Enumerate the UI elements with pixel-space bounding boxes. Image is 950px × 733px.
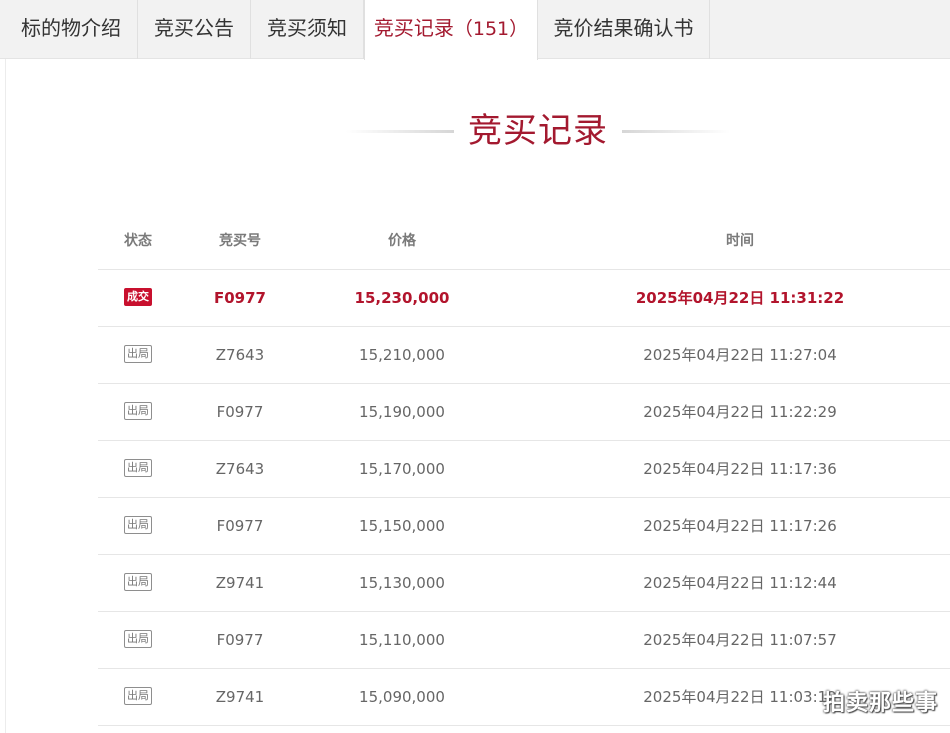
status-badge-out: 出局 xyxy=(124,573,152,591)
status-cell: 出局 xyxy=(98,384,178,441)
time-cell: 2025年04月22日 11:17:26 xyxy=(643,517,837,535)
tab-count: （151） xyxy=(453,18,529,40)
tab-bid-records[interactable]: 竞买记录（151） xyxy=(364,0,538,60)
tab-label: 标的物介绍 xyxy=(21,16,121,40)
section-heading: 竞买记录 xyxy=(346,106,730,156)
tab-count-value: 151 xyxy=(472,18,510,40)
tab-label: 竞价结果确认书 xyxy=(553,16,694,40)
status-badge-out: 出局 xyxy=(124,687,152,705)
bid-no-cell: F0977 xyxy=(216,403,264,421)
table-row: 成交 F0977 15,230,000 2025年04月22日 11:31:22 xyxy=(98,270,950,327)
status-badge-out: 出局 xyxy=(124,345,152,363)
table-header: 状态 竞买号 价格 时间 xyxy=(98,213,950,270)
table-row: 出局 Z9741 15,130,000 2025年04月22日 11:12:44 xyxy=(98,555,950,612)
tab-label: 竞买须知 xyxy=(267,16,347,40)
tab-label: 竞买记录 xyxy=(373,16,454,40)
tab-announcement[interactable]: 竞买公告 xyxy=(138,0,251,59)
time-cell: 2025年04月22日 11:31:22 xyxy=(635,289,845,307)
bid-no-cell: F0977 xyxy=(214,289,266,307)
price-cell: 15,190,000 xyxy=(359,403,445,421)
header-price: 价格 xyxy=(388,233,416,249)
status-badge-out: 出局 xyxy=(124,516,152,534)
time-cell: 2025年04月22日 11:12:44 xyxy=(643,574,837,592)
status-cell: 出局 xyxy=(98,441,178,498)
price-cell: 15,110,000 xyxy=(359,631,445,649)
price-cell: 15,210,000 xyxy=(359,346,445,364)
tab-result-confirmation[interactable]: 竞价结果确认书 xyxy=(538,0,710,59)
bid-no-cell: F0977 xyxy=(216,631,264,649)
status-badge-out: 出局 xyxy=(124,459,152,477)
status-cell: 成交 xyxy=(98,270,178,327)
bid-no-cell: Z9741 xyxy=(215,574,265,592)
tab-label: 竞买公告 xyxy=(154,16,234,40)
table-row: 出局 F0977 15,110,000 2025年04月22日 11:07:57 xyxy=(98,612,950,669)
watermark: 拍卖那些事 xyxy=(822,691,938,716)
status-cell: 出局 xyxy=(98,498,178,555)
tab-item-intro[interactable]: 标的物介绍 xyxy=(5,0,138,59)
status-cell: 出局 xyxy=(98,327,178,384)
time-cell: 2025年04月22日 11:22:29 xyxy=(643,403,837,421)
bid-no-cell: Z7643 xyxy=(215,346,265,364)
status-badge-out: 出局 xyxy=(124,402,152,420)
table-row: 出局 Z7643 15,210,000 2025年04月22日 11:27:04 xyxy=(98,327,950,384)
title-divider-left xyxy=(346,130,454,133)
header-time: 时间 xyxy=(726,233,754,249)
status-badge-out: 出局 xyxy=(124,630,152,648)
bid-no-cell: Z9741 xyxy=(215,688,265,706)
status-badge-deal: 成交 xyxy=(124,288,152,306)
price-cell: 15,090,000 xyxy=(359,688,445,706)
header-status: 状态 xyxy=(124,233,152,249)
time-cell: 2025年04月22日 11:07:57 xyxy=(643,631,837,649)
price-cell: 15,130,000 xyxy=(359,574,445,592)
table-row: 出局 F0977 15,150,000 2025年04月22日 11:17:26 xyxy=(98,498,950,555)
status-cell: 出局 xyxy=(98,669,178,726)
table-row: 出局 F0977 15,190,000 2025年04月22日 11:22:29 xyxy=(98,384,950,441)
table-row: 出局 Z7643 15,170,000 2025年04月22日 11:17:36 xyxy=(98,441,950,498)
section-title: 竞买记录 xyxy=(468,111,608,151)
tab-notice[interactable]: 竞买须知 xyxy=(251,0,364,59)
tab-bar: 标的物介绍 竞买公告 竞买须知 竞买记录（151） 竞价结果确认书 xyxy=(0,0,950,60)
status-cell: 出局 xyxy=(98,612,178,669)
time-cell: 2025年04月22日 11:17:36 xyxy=(643,460,837,478)
price-cell: 15,230,000 xyxy=(354,289,450,307)
bid-no-cell: F0977 xyxy=(216,517,264,535)
header-bid-no: 竞买号 xyxy=(219,233,261,249)
price-cell: 15,150,000 xyxy=(359,517,445,535)
bid-no-cell: Z7643 xyxy=(215,460,265,478)
time-cell: 2025年04月22日 11:27:04 xyxy=(643,346,837,364)
content-border xyxy=(5,59,6,733)
title-divider-right xyxy=(622,130,730,133)
bid-records-table: 状态 竞买号 价格 时间 成交 F0977 15,230,000 2025年04… xyxy=(98,213,950,726)
status-cell: 出局 xyxy=(98,555,178,612)
price-cell: 15,170,000 xyxy=(359,460,445,478)
